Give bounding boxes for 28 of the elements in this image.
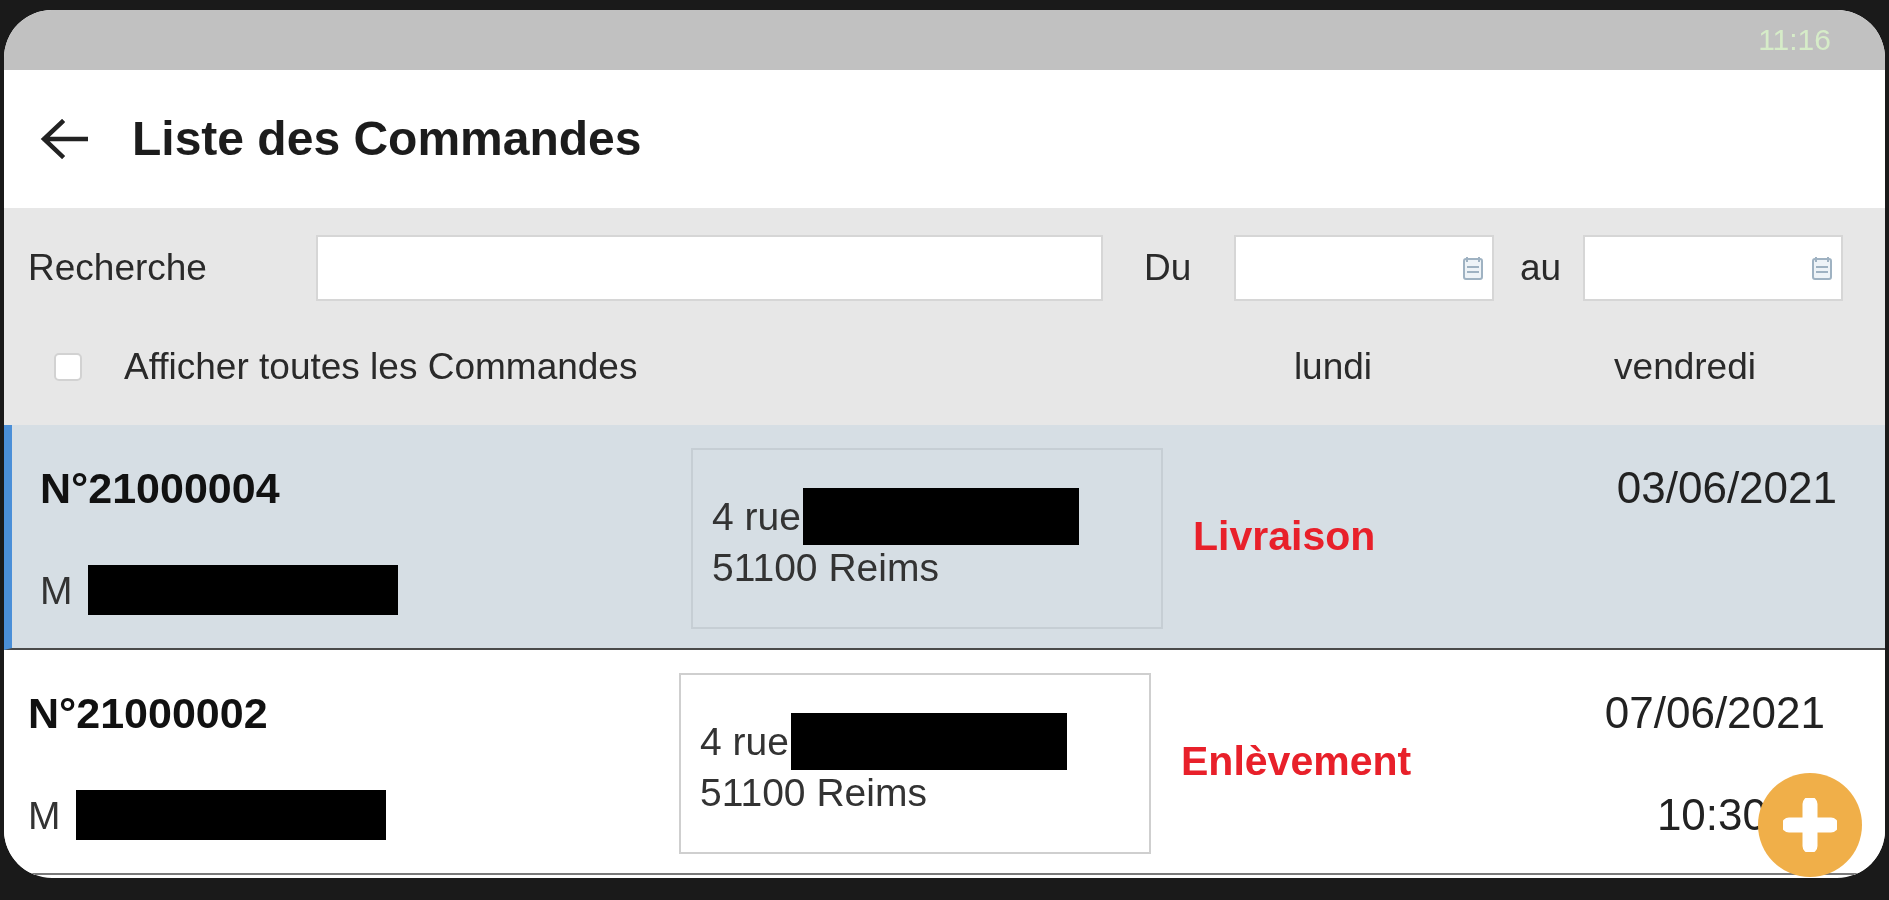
plus-icon — [1783, 798, 1837, 852]
city-text: 51100 Reims — [712, 546, 939, 590]
to-date-label: au — [1520, 246, 1563, 291]
order-row[interactable]: N°21000004 M 4 rue 51100 Reims Livraison 03/06/2021 — [4, 425, 1885, 650]
to-date-field[interactable] — [1583, 235, 1843, 301]
show-all-checkbox[interactable] — [54, 353, 82, 381]
street-text: 4 rue — [712, 496, 801, 536]
street-text: 4 rue — [700, 721, 789, 761]
order-type: Livraison — [1193, 516, 1376, 557]
from-date-label: Du — [1144, 246, 1193, 291]
from-day-label: lundi — [1293, 345, 1373, 390]
customer-title: M — [40, 570, 73, 610]
order-number: N°21000002 — [28, 688, 268, 739]
order-date: 07/06/2021 — [1604, 687, 1825, 739]
search-field[interactable] — [316, 235, 1103, 301]
screen-title: Liste des Commandes — [132, 115, 642, 163]
customer-title: M — [28, 795, 61, 835]
city-text: 51100 Reims — [700, 771, 927, 815]
search-label: Recherche — [28, 246, 208, 291]
back-arrow-icon[interactable] — [40, 119, 88, 159]
calendar-icon[interactable] — [1462, 255, 1484, 281]
order-date: 03/06/2021 — [1616, 462, 1837, 514]
show-all-label: Afficher toutes les Commandes — [124, 345, 638, 390]
calendar-icon[interactable] — [1811, 255, 1833, 281]
to-day-label: vendredi — [1614, 345, 1756, 390]
order-type: Enlèvement — [1181, 741, 1412, 782]
order-number: N°21000004 — [40, 463, 280, 514]
from-date-field[interactable] — [1234, 235, 1494, 301]
